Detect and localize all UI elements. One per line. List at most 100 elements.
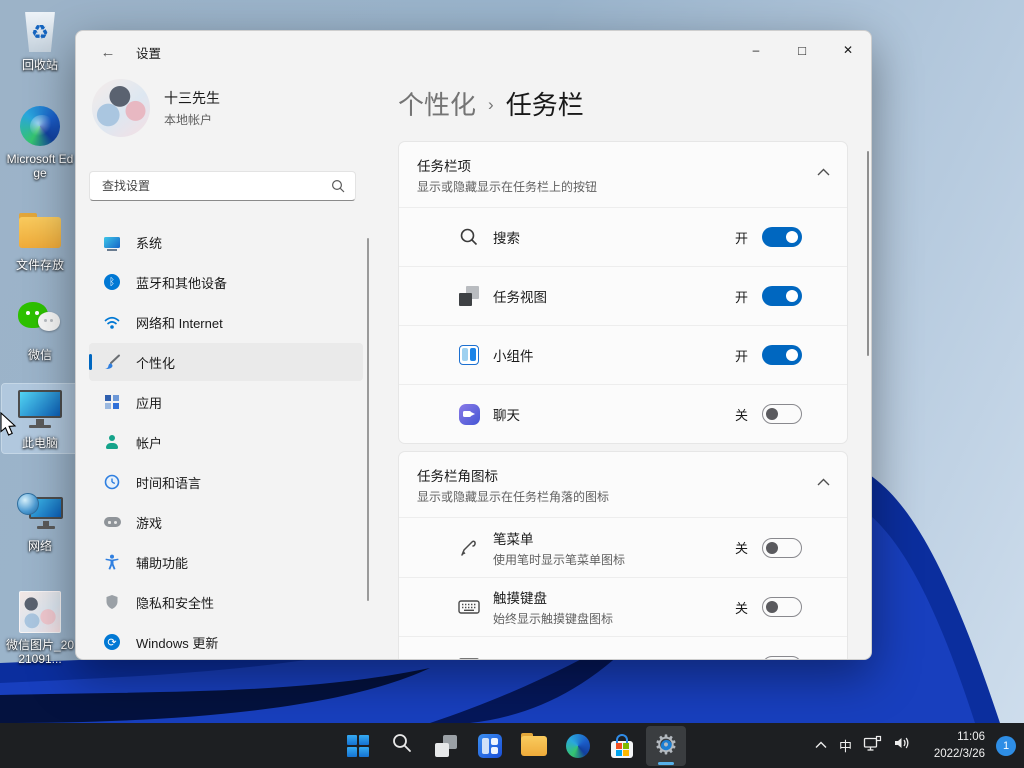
desktop-icon-network[interactable]: 网络 (2, 487, 78, 556)
sidebar-item-time-language[interactable]: 时间和语言 (89, 463, 363, 501)
section-header[interactable]: 任务栏项 显示或隐藏显示在任务栏上的按钮 (399, 142, 847, 207)
microsoft-store-button[interactable] (602, 726, 642, 766)
wifi-icon (103, 313, 121, 331)
task-view-icon (435, 734, 457, 757)
volume-icon[interactable] (893, 735, 912, 756)
row-chat: 聊天 关 (399, 384, 847, 443)
search-icon (331, 179, 345, 193)
task-view-button[interactable] (426, 726, 466, 766)
sidebar-item-bluetooth[interactable]: ᛒ 蓝牙和其他设备 (89, 263, 363, 301)
sidebar-item-accounts[interactable]: 帐户 (89, 423, 363, 461)
sidebar-item-apps[interactable]: 应用 (89, 383, 363, 421)
gear-icon: ⚙ (653, 730, 679, 760)
breadcrumb-parent[interactable]: 个性化 (398, 85, 476, 122)
section-subtitle: 显示或隐藏显示在任务栏角落的图标 (417, 490, 610, 504)
edge-button[interactable] (558, 726, 598, 766)
minimize-button[interactable]: – (733, 31, 779, 69)
maximize-button[interactable]: □ (779, 31, 825, 69)
sidebar-item-windows-update[interactable]: ⟳ Windows 更新 (89, 623, 363, 659)
folder-icon (19, 212, 61, 248)
sidebar-scrollbar[interactable] (367, 238, 369, 601)
close-icon: ✕ (842, 43, 854, 57)
user-profile[interactable]: 十三先生 本地帐户 (92, 79, 220, 137)
content-scrollbar[interactable] (867, 151, 869, 356)
start-button[interactable] (338, 726, 378, 766)
toggle-state-label: 关 (734, 541, 748, 556)
pen-icon (457, 538, 481, 558)
chat-toggle[interactable] (762, 404, 802, 424)
sidebar-nav: 系统 ᛒ 蓝牙和其他设备 网络和 Internet 个性化 应用 帐户 时间和语… (89, 223, 363, 659)
section-subtitle: 显示或隐藏显示在任务栏上的按钮 (417, 180, 598, 194)
mouse-cursor (0, 412, 17, 436)
wechat-icon (18, 302, 62, 342)
sidebar-item-gaming[interactable]: 游戏 (89, 503, 363, 541)
widgets-button[interactable] (470, 726, 510, 766)
section-taskbar-corner-icons: 任务栏角图标 显示或隐藏显示在任务栏角落的图标 笔菜单 使用笔时显示笔菜单图标 … (398, 451, 848, 659)
keyboard-icon (457, 598, 481, 616)
avatar (92, 79, 150, 137)
update-icon: ⟳ (103, 633, 121, 651)
section-title: 任务栏项 (417, 159, 471, 174)
search-toggle[interactable] (762, 227, 802, 247)
bluetooth-icon: ᛒ (103, 273, 121, 291)
sidebar-item-system[interactable]: 系统 (89, 223, 363, 261)
virtual-touchpad-toggle[interactable] (762, 656, 802, 659)
settings-button[interactable]: ⚙ (646, 725, 686, 766)
settings-window: ← 设置 – □ ✕ 十三先生 本地帐户 系统 ᛒ 蓝牙和其他设备 (75, 30, 872, 660)
notification-badge[interactable]: 1 (996, 735, 1016, 756)
file-explorer-icon (521, 732, 547, 756)
sidebar-item-network[interactable]: 网络和 Internet (89, 303, 363, 341)
user-name: 十三先生 (164, 90, 220, 106)
close-button[interactable]: ✕ (825, 31, 871, 69)
toggle-state-label: 开 (734, 289, 748, 305)
desktop-icon-label: 微信 (27, 348, 52, 362)
system-icon (103, 233, 121, 251)
section-header[interactable]: 任务栏角图标 显示或隐藏显示在任务栏角落的图标 (399, 452, 847, 517)
desktop-icon-edge[interactable]: Microsoft Edge (2, 100, 78, 184)
sidebar-item-personalization[interactable]: 个性化 (89, 343, 363, 381)
windows-logo-icon (347, 734, 369, 757)
chevron-up-icon[interactable] (817, 473, 830, 491)
toggle-state-label: 关 (734, 407, 748, 423)
desktop-icon-folder[interactable]: 文件存放 (2, 206, 78, 275)
tray-chevron-up-icon[interactable] (814, 737, 828, 755)
clock-date: 2022/3/26 (933, 747, 985, 760)
settings-search[interactable] (89, 171, 356, 201)
chevron-up-icon[interactable] (817, 163, 830, 181)
this-pc-icon (18, 390, 62, 430)
titlebar[interactable]: ← 设置 – □ ✕ (76, 31, 871, 73)
search-input[interactable] (90, 179, 331, 193)
window-title: 设置 (136, 46, 162, 61)
taskbar-clock[interactable]: 11:06 2022/3/26 (923, 729, 985, 761)
clock-time: 11:06 (957, 731, 985, 744)
sidebar-item-accessibility[interactable]: 辅助功能 (89, 543, 363, 581)
sidebar-item-privacy[interactable]: 隐私和安全性 (89, 583, 363, 621)
shield-icon (103, 593, 121, 611)
widgets-toggle[interactable] (762, 345, 802, 365)
task-view-toggle[interactable] (762, 286, 802, 306)
ethernet-icon[interactable] (863, 735, 882, 757)
minimize-icon: – (752, 43, 760, 57)
file-explorer-button[interactable] (514, 726, 554, 766)
taskbar-search-button[interactable] (382, 726, 422, 766)
network-icon (17, 493, 63, 533)
breadcrumb-separator: › (488, 95, 494, 114)
desktop-icon-recycle-bin[interactable]: ♻ 回收站 (2, 6, 78, 75)
desktop-icon-wechat[interactable]: 微信 (2, 296, 78, 365)
row-widgets: 小组件 开 (399, 325, 847, 384)
personalization-icon (103, 353, 121, 371)
desktop-icon-wechat-image[interactable]: 微信图片_2021091... (2, 586, 78, 670)
user-account-type: 本地帐户 (164, 113, 213, 127)
chat-icon (457, 403, 481, 425)
taskbar: ⚙ 中 11:06 2022/3/26 1 (0, 723, 1024, 768)
pen-menu-toggle[interactable] (762, 537, 802, 558)
section-title: 任务栏角图标 (417, 469, 498, 484)
ime-indicator[interactable]: 中 (839, 736, 852, 755)
section-taskbar-items: 任务栏项 显示或隐藏显示在任务栏上的按钮 搜索 开 任务视图 开 小组件 开 聊… (398, 141, 848, 444)
touchpad-icon (457, 657, 481, 659)
touch-keyboard-toggle[interactable] (762, 597, 802, 617)
maximize-icon: □ (798, 42, 806, 58)
row-search: 搜索 开 (399, 207, 847, 266)
back-button[interactable]: ← (92, 37, 124, 67)
row-virtual-touchpad: 虚拟触摸板 关 (399, 636, 847, 659)
